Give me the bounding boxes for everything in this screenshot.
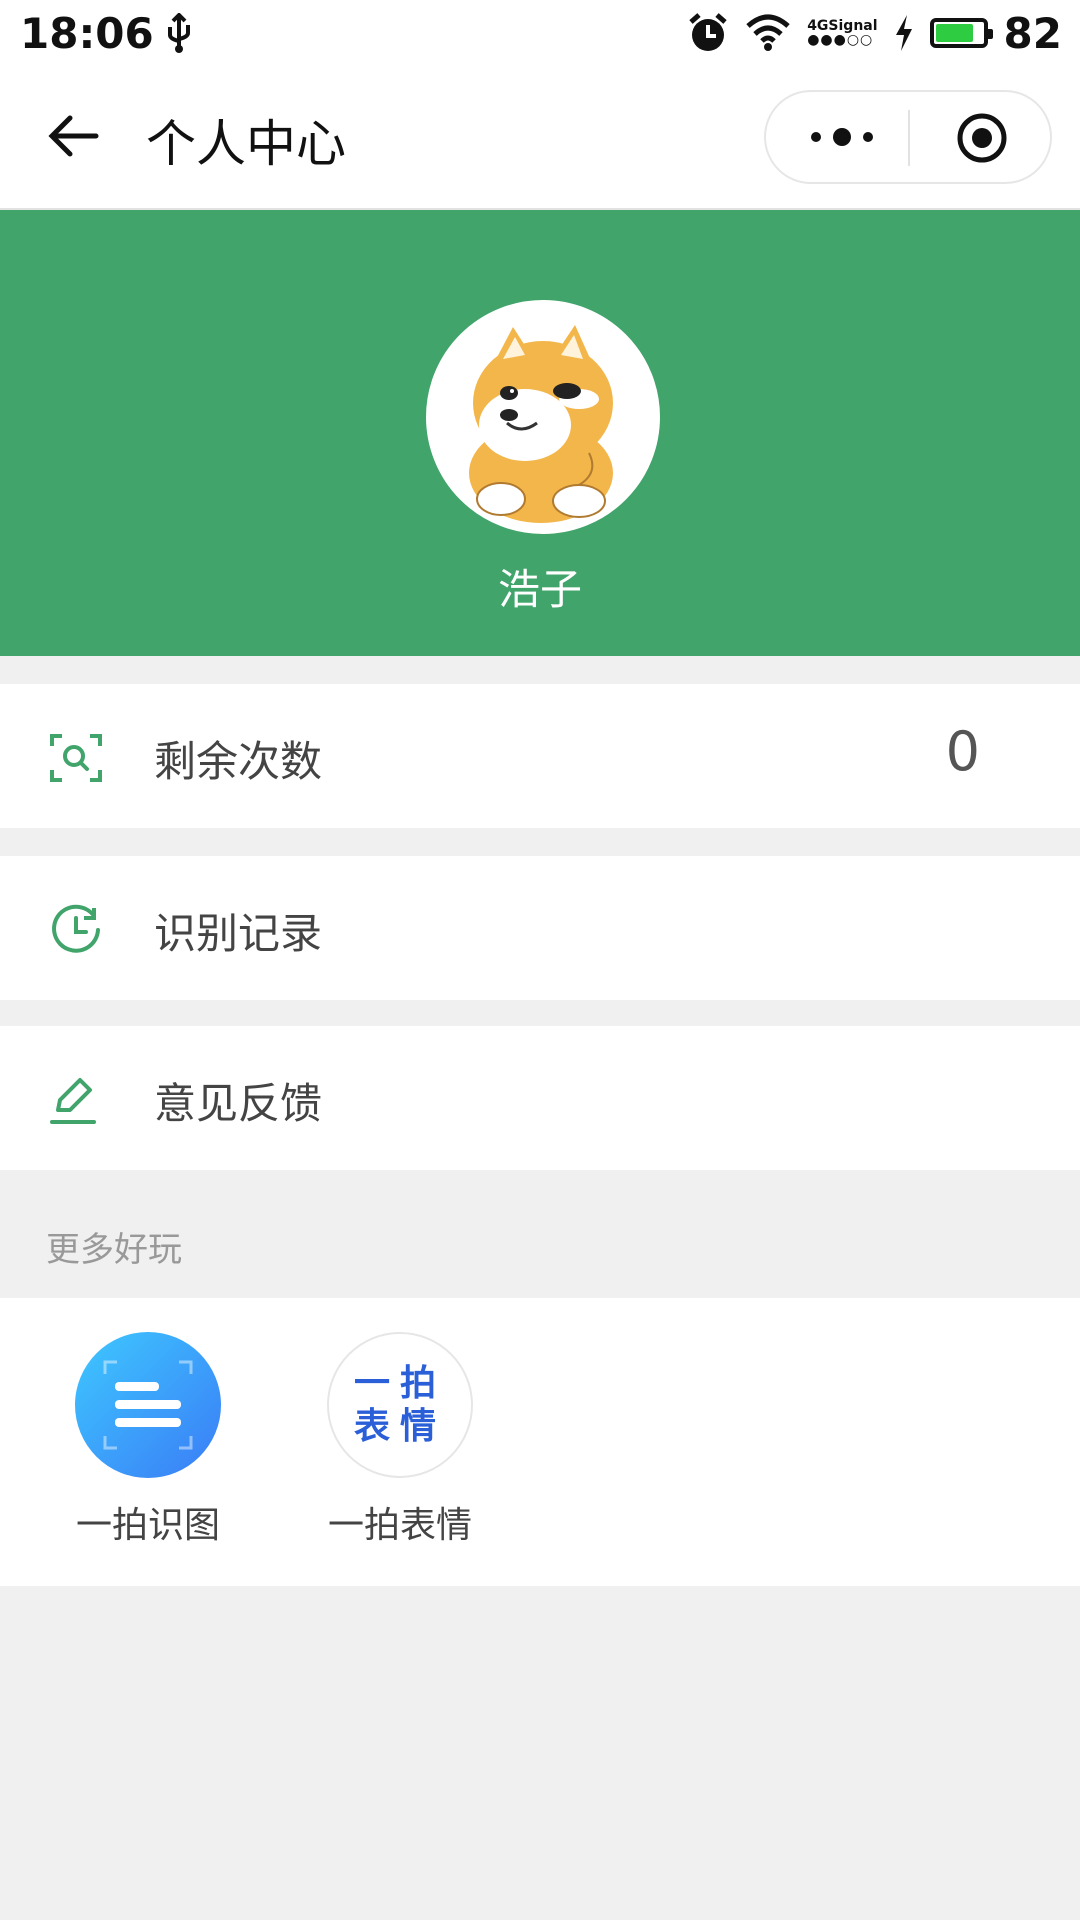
history-row[interactable]: 识别记录 [0,856,1080,1000]
mini-program-capsule [764,90,1052,184]
status-bar: 18:06 4GSignal ●●●○○ 82 [0,0,1080,66]
photo-sticker-icon-text-1: 一拍 [353,1362,446,1404]
feedback-label: 意见反馈 [154,1079,323,1128]
scan-image-app-icon [75,1332,221,1478]
battery-percent: 82 [1003,8,1062,58]
section-title-more: 更多好玩 [46,1230,182,1270]
wifi-icon [746,14,790,51]
close-program-icon[interactable] [956,112,1008,164]
battery-icon [929,18,993,48]
cellular-signal: 4GSignal ●●●○○ [807,19,877,47]
capsule-divider [908,110,910,166]
back-arrow-icon[interactable] [44,106,104,166]
remaining-count-row[interactable]: 剩余次数 0 [0,684,1080,828]
remaining-count-label: 剩余次数 [154,737,323,786]
photo-sticker-icon-text-2: 表情 [353,1406,446,1447]
status-time: 18:06 [20,8,154,58]
shiba-dog-avatar-icon [429,303,657,531]
usb-icon [167,13,190,53]
history-clock-icon [52,904,100,953]
alarm-icon [689,13,727,51]
page-title: 个人中心 [146,115,346,173]
app-scan-image[interactable]: 一拍识图 [68,1332,228,1548]
more-options-icon[interactable] [806,122,878,152]
avatar[interactable] [426,300,660,534]
profile-header: 浩子 [0,210,1080,656]
navigation-bar: 个人中心 [0,66,1080,210]
edit-pen-icon [50,1078,96,1124]
scan-search-icon [50,734,102,782]
photo-sticker-app-icon: 一拍 表情 [327,1332,473,1478]
more-apps-grid: 一拍识图 一拍 表情 一拍表情 [0,1298,1080,1586]
app-name-scan-image: 一拍识图 [75,1505,220,1546]
signal-dots-icon: ●●●○○ [807,32,874,48]
history-label: 识别记录 [154,909,323,958]
remaining-count-value: 0 [945,720,980,783]
app-photo-sticker[interactable]: 一拍 表情 一拍表情 [320,1332,480,1548]
charging-icon [895,15,912,51]
username: 浩子 [497,565,582,614]
feedback-row[interactable]: 意见反馈 [0,1026,1080,1170]
app-name-photo-sticker: 一拍表情 [327,1505,472,1546]
